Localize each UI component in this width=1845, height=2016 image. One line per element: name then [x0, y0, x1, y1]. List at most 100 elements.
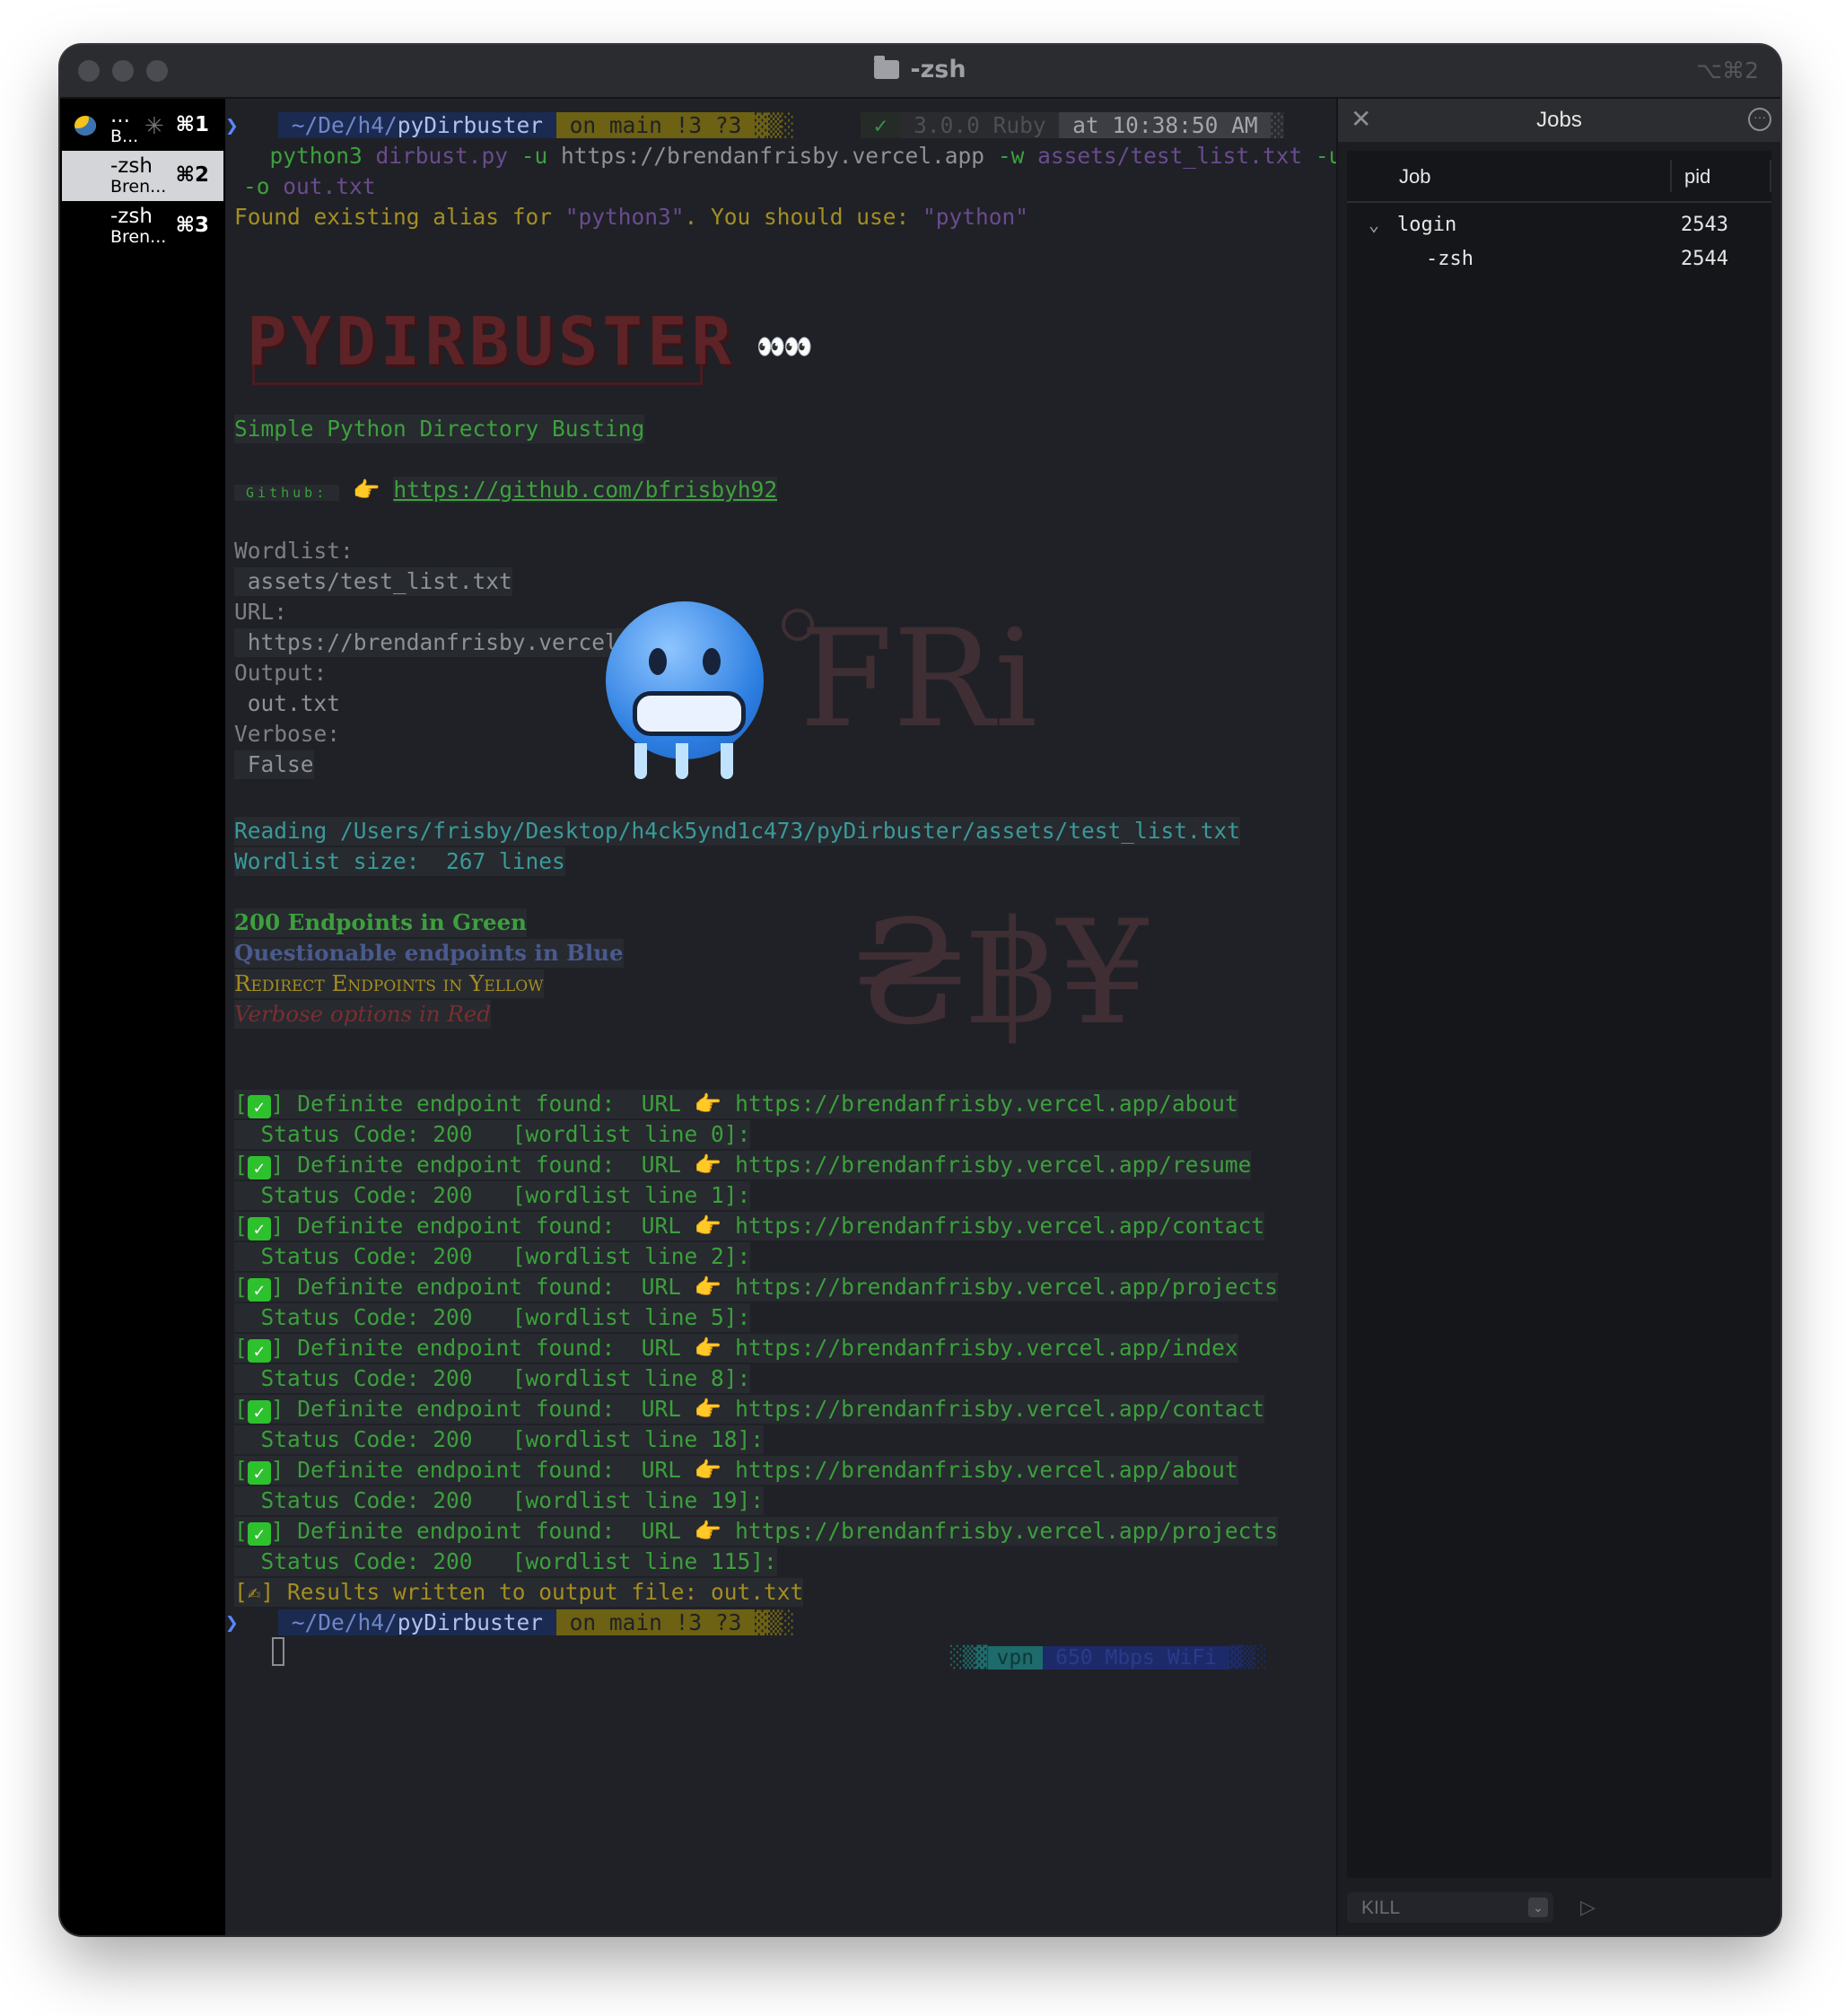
watermark-currency: ₴฿¥: [853, 889, 1149, 1056]
send-signal-button[interactable]: ▷: [1580, 1896, 1596, 1919]
prompt-git-status: on main !3 ?3: [555, 112, 756, 138]
result-status-line: Status Code: 200 [wordlist line 18]:: [234, 1425, 765, 1454]
check-icon: ✓: [247, 1156, 271, 1179]
wordlist-value: assets/test_list.txt: [234, 567, 512, 596]
tab-shortcut: ⌘2: [175, 163, 209, 187]
cold-face-emoji: [606, 601, 764, 779]
window-title: -zsh: [60, 56, 1780, 83]
tab-subtitle: Bren...: [110, 227, 167, 247]
check-icon: ✓: [247, 1400, 271, 1424]
result-found-line: [✓] Definite endpoint found: URL 👉 https…: [234, 1395, 1265, 1424]
github-line: Github: 👉 https://github.com/bfrisbyh92: [234, 477, 778, 503]
result-found-line: [✓] Definite endpoint found: URL 👉 https…: [234, 1517, 1278, 1546]
terminal-window: -zsh ⌥⌘2 ... B... ✳ ⌘1 -zsh Bren... ⌘2 -…: [60, 45, 1780, 1935]
title-bar: -zsh ⌥⌘2: [60, 45, 1780, 99]
pointing-hand-icon: 👉: [694, 1152, 722, 1178]
results-written: [✍] Results written to output file: out.…: [234, 1578, 804, 1607]
folder-icon: [874, 56, 900, 79]
jobs-panel: ✕ Jobs ··· Job pid ⌄ login 2543 -zsh 254…: [1336, 99, 1780, 1935]
pointing-hand-icon: 👉: [694, 1457, 722, 1483]
signal-select[interactable]: KILL ⌄: [1347, 1892, 1553, 1923]
result-found-line: [✓] Definite endpoint found: URL 👉 https…: [234, 1090, 1238, 1118]
tab-3[interactable]: -zsh Bren... ⌘3: [62, 201, 1394, 275]
pointing-hand-icon: 👉: [694, 1274, 722, 1300]
status-segments: ░▒▓ vpn 650 Mbps WiFi ▓▒░: [950, 1646, 1267, 1670]
result-status-line: Status Code: 200 [wordlist line 0]:: [234, 1120, 751, 1149]
job-row[interactable]: ⌄ login 2543: [1347, 210, 1771, 242]
result-found-line: [✓] Definite endpoint found: URL 👉 https…: [234, 1273, 1278, 1302]
text-cursor: [272, 1637, 284, 1666]
column-header-job[interactable]: Job: [1399, 165, 1430, 188]
prompt-git-status: on main !3 ?3: [555, 1609, 756, 1635]
jobs-table-header: Job pid: [1347, 151, 1771, 203]
check-icon: ✓: [247, 1522, 271, 1546]
jobs-table: Job pid ⌄ login 2543 -zsh 2544: [1347, 151, 1771, 1878]
output-label: Output:: [234, 660, 328, 686]
url-value: https://brendanfrisby.vercel.app: [234, 628, 671, 657]
result-found-line: [✓] Definite endpoint found: URL 👉 https…: [234, 1212, 1265, 1240]
result-found-line: [✓] Definite endpoint found: URL 👉 https…: [234, 1456, 1238, 1485]
tab-shortcut: ⌘3: [175, 214, 209, 237]
legend-red: Verbose options in Red: [234, 1000, 491, 1029]
prompt-line-2: ❯ ~/De/h4/pyDirbuster on main !3 ?3 ▓▒░: [225, 1609, 795, 1635]
legend-yellow: Redirect Endpoints in Yellow: [234, 969, 544, 998]
jobs-footer: KILL ⌄ ▷: [1338, 1878, 1780, 1935]
check-icon: ✓: [247, 1095, 271, 1118]
result-status-line: Status Code: 200 [wordlist line 5]:: [234, 1303, 751, 1332]
result-found-line: [✓] Definite endpoint found: URL 👉 https…: [234, 1334, 1238, 1363]
legend-blue: Questionable endpoints in Blue: [234, 939, 624, 968]
github-link[interactable]: https://github.com/bfrisbyh92: [393, 477, 778, 503]
prompt-success: ✓: [861, 112, 901, 138]
check-icon: ✓: [247, 1339, 271, 1363]
subtitle: Simple Python Directory Busting: [234, 415, 645, 443]
watermark-fri: FRi: [800, 601, 1037, 758]
url-label: URL:: [234, 599, 288, 625]
chevron-down-icon: ⌄: [1528, 1898, 1548, 1917]
python-icon: [74, 116, 96, 136]
verbose-value: False: [234, 750, 314, 779]
pointing-hand-icon: 👉: [694, 1396, 722, 1422]
column-header-pid[interactable]: pid: [1684, 165, 1710, 188]
alias-warning: Found existing alias for "python3". You …: [234, 204, 1029, 230]
pointing-hand-icon: 👉: [694, 1213, 722, 1239]
jobs-header: ✕ Jobs ···: [1338, 99, 1780, 142]
output-value: out.txt: [234, 690, 341, 716]
prompt-arrow-icon: ❯: [225, 1609, 239, 1635]
pointing-hand-icon: 👉: [694, 1335, 722, 1361]
tab-2[interactable]: -zsh Bren... ⌘2: [62, 151, 1394, 224]
result-status-line: Status Code: 200 [wordlist line 2]:: [234, 1242, 751, 1271]
prompt-ruby: 3.0.0 Ruby: [900, 112, 1060, 138]
logo-frame: [252, 364, 703, 385]
more-options-icon[interactable]: ···: [1748, 108, 1771, 131]
pointing-hand-icon: 👉: [694, 1518, 722, 1544]
tab-1[interactable]: ... B... ✳ ⌘1: [62, 101, 223, 151]
check-icon: ✓: [247, 1217, 271, 1240]
prompt-path: ~/De/h4/pyDirbuster: [278, 1609, 556, 1635]
pointing-hand-icon: 👉: [353, 477, 380, 503]
check-icon: ✓: [247, 1278, 271, 1302]
wifi-speed: 650 Mbps WiFi: [1043, 1646, 1230, 1670]
tab-shortcut: ⌘1: [175, 113, 209, 136]
wordlist-size: Wordlist size: 267 lines: [234, 847, 565, 876]
window-shortcut: ⌥⌘2: [1696, 57, 1759, 83]
reading-line: Reading /Users/frisby/Desktop/h4ck5ynd1c…: [234, 817, 1241, 846]
job-row[interactable]: -zsh 2544: [1347, 244, 1771, 276]
tab-subtitle: B...: [110, 127, 139, 146]
spinner-icon: ✳: [144, 113, 164, 140]
pointing-hand-icon: 👉: [694, 1091, 722, 1117]
prompt-line: ❯ ~/De/h4/pyDirbuster on main !3 ?3 ▓▒░ …: [225, 112, 1285, 138]
prompt-path: ~/De/h4/pyDirbuster: [278, 112, 556, 138]
prompt-time: at 10:38:50 AM: [1059, 112, 1272, 138]
tab-sidebar: ... B... ✳ ⌘1 -zsh Bren... ⌘2 -zsh Bren.…: [60, 99, 1394, 1935]
terminal-pane[interactable]: ❯ ~/De/h4/pyDirbuster on main !3 ?3 ▓▒░ …: [225, 99, 1392, 1935]
command-line-wrap: -o out.txt: [243, 173, 376, 199]
result-status-line: Status Code: 200 [wordlist line 115]:: [234, 1547, 777, 1576]
tab-name: -zsh: [110, 205, 153, 228]
check-icon: ✓: [247, 1461, 271, 1485]
eyes-emoji: 👀👀: [756, 334, 813, 361]
result-found-line: [✓] Definite endpoint found: URL 👉 https…: [234, 1151, 1252, 1179]
wordlist-label: Wordlist:: [234, 538, 354, 564]
chevron-down-icon[interactable]: ⌄: [1368, 214, 1379, 235]
legend-green: 200 Endpoints in Green: [234, 908, 527, 937]
prompt-arrow-icon: ❯: [225, 112, 239, 138]
